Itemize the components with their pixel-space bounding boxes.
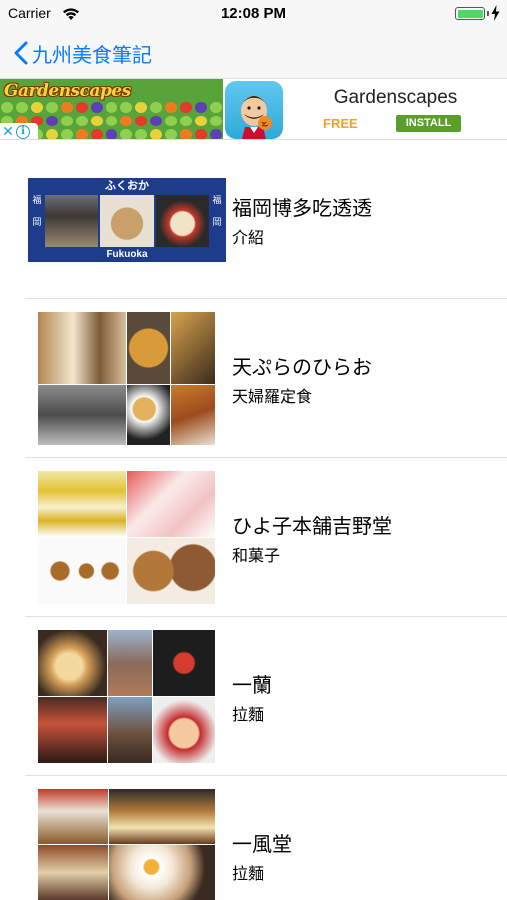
ad-fruit-tile <box>120 129 133 139</box>
ad-fruit-tile <box>195 102 208 113</box>
ad-fruit-tile <box>75 129 88 139</box>
restaurant-list: ふくおか 福 岡 福 岡 Fukuoka 福岡博多吃透透 介紹 天ぷらのひらお … <box>0 140 507 900</box>
ad-fruit-tile <box>105 102 118 113</box>
ad-fruit-tile <box>180 129 193 139</box>
thumbnail-top-text: ふくおか <box>105 179 149 192</box>
back-label: 九州美食筆記 <box>32 42 152 67</box>
item-title: 天ぷらのひらお <box>232 355 372 379</box>
ad-fruit-tile <box>180 115 193 127</box>
thumbnail-image <box>38 630 215 763</box>
ad-game-logo: Gardenscapes <box>4 81 131 101</box>
ad-fruit-tile <box>105 115 118 127</box>
install-button[interactable]: INSTALL <box>396 115 461 132</box>
ad-fruit-tile <box>60 115 73 127</box>
ad-banner[interactable]: Gardenscapes ✕ i Gardenscapes FREE INSTA… <box>0 78 507 140</box>
chevron-left-icon <box>14 41 28 65</box>
item-title: 一風堂 <box>232 832 292 856</box>
ad-fruit-tile <box>45 115 58 127</box>
battery-level-fill <box>457 9 483 18</box>
ad-app-icon[interactable] <box>225 81 283 139</box>
ad-fruit-tile <box>150 115 163 127</box>
ad-fruit-tile <box>120 102 133 113</box>
ad-fruit-tile <box>105 129 118 139</box>
item-title: ひよ子本舗吉野堂 <box>232 514 392 538</box>
ad-fruit-tile <box>165 115 178 127</box>
item-subtitle: 和菓子 <box>232 546 281 565</box>
ad-fruit-tile <box>165 102 178 113</box>
thumbnail-side-left: 福 岡 <box>32 196 42 228</box>
battery-tip <box>487 11 489 16</box>
list-item[interactable]: ふくおか 福 岡 福 岡 Fukuoka 福岡博多吃透透 介紹 <box>0 140 507 299</box>
ad-fruit-tile <box>60 129 73 139</box>
ad-fruit-tile <box>210 129 222 139</box>
thumbnail-image <box>38 471 215 604</box>
list-item[interactable]: 一風堂 拉麵 <box>0 776 507 900</box>
thumbnail-image: ふくおか 福 岡 福 岡 Fukuoka <box>28 178 226 262</box>
ad-fruit-tile <box>90 102 103 113</box>
clock: 12:08 PM <box>220 5 287 22</box>
ad-fruit-tile <box>165 129 178 139</box>
ad-fruit-tile <box>135 102 148 113</box>
ad-fruit-tile <box>75 102 88 113</box>
ad-fruit-tile <box>120 115 133 127</box>
ad-fruit-tile <box>90 129 103 139</box>
list-item[interactable]: ひよ子本舗吉野堂 和菓子 <box>0 458 507 617</box>
item-subtitle: 拉麵 <box>232 864 265 883</box>
item-title: 福岡博多吃透透 <box>232 196 372 220</box>
ad-fruit-tile <box>210 102 222 113</box>
list-item[interactable]: 一蘭 拉麵 <box>0 617 507 776</box>
ad-fruit-tile <box>30 102 43 113</box>
ad-fruit-tile <box>150 129 163 139</box>
ad-fruit-tile <box>180 102 193 113</box>
navigation-bar: 九州美食筆記 <box>0 28 507 78</box>
ad-price-label: FREE <box>323 116 358 131</box>
ad-choices[interactable]: ✕ i <box>0 123 38 139</box>
back-button[interactable]: 九州美食筆記 <box>14 38 152 68</box>
list-item[interactable]: 天ぷらのひらお 天婦羅定食 <box>0 299 507 458</box>
ad-fruit-tile <box>45 129 58 139</box>
thumbnail-bottom-text: Fukuoka <box>106 249 148 260</box>
ad-fruit-tile <box>45 102 58 113</box>
info-icon[interactable]: i <box>16 125 30 139</box>
ad-fruit-tile <box>195 129 208 139</box>
thumbnail-image <box>38 789 215 900</box>
ad-fruit-tile <box>75 115 88 127</box>
ad-fruit-tile <box>150 102 163 113</box>
ad-fruit-tile <box>195 115 208 127</box>
item-subtitle: 介紹 <box>232 228 265 247</box>
item-subtitle: 天婦羅定食 <box>232 387 313 406</box>
ad-fruit-tile <box>1 102 13 113</box>
thumbnail-photos <box>45 195 209 247</box>
thumbnail-side-right: 福 岡 <box>212 196 222 228</box>
ad-fruit-tile <box>135 129 148 139</box>
thumbnail-image <box>38 312 215 445</box>
close-icon[interactable]: ✕ <box>0 124 16 139</box>
ad-fruit-tile <box>60 102 73 113</box>
ad-fruit-tile <box>210 115 222 127</box>
item-subtitle: 拉麵 <box>232 705 265 724</box>
ad-fruit-tile <box>135 115 148 127</box>
ad-app-name[interactable]: Gardenscapes <box>284 87 507 109</box>
ad-fruit-tile <box>90 115 103 127</box>
ad-fruit-tile <box>15 102 28 113</box>
battery-icon <box>455 7 485 20</box>
status-bar: Carrier 12:08 PM <box>0 0 507 28</box>
item-title: 一蘭 <box>232 673 272 697</box>
charging-bolt-icon <box>491 5 500 25</box>
